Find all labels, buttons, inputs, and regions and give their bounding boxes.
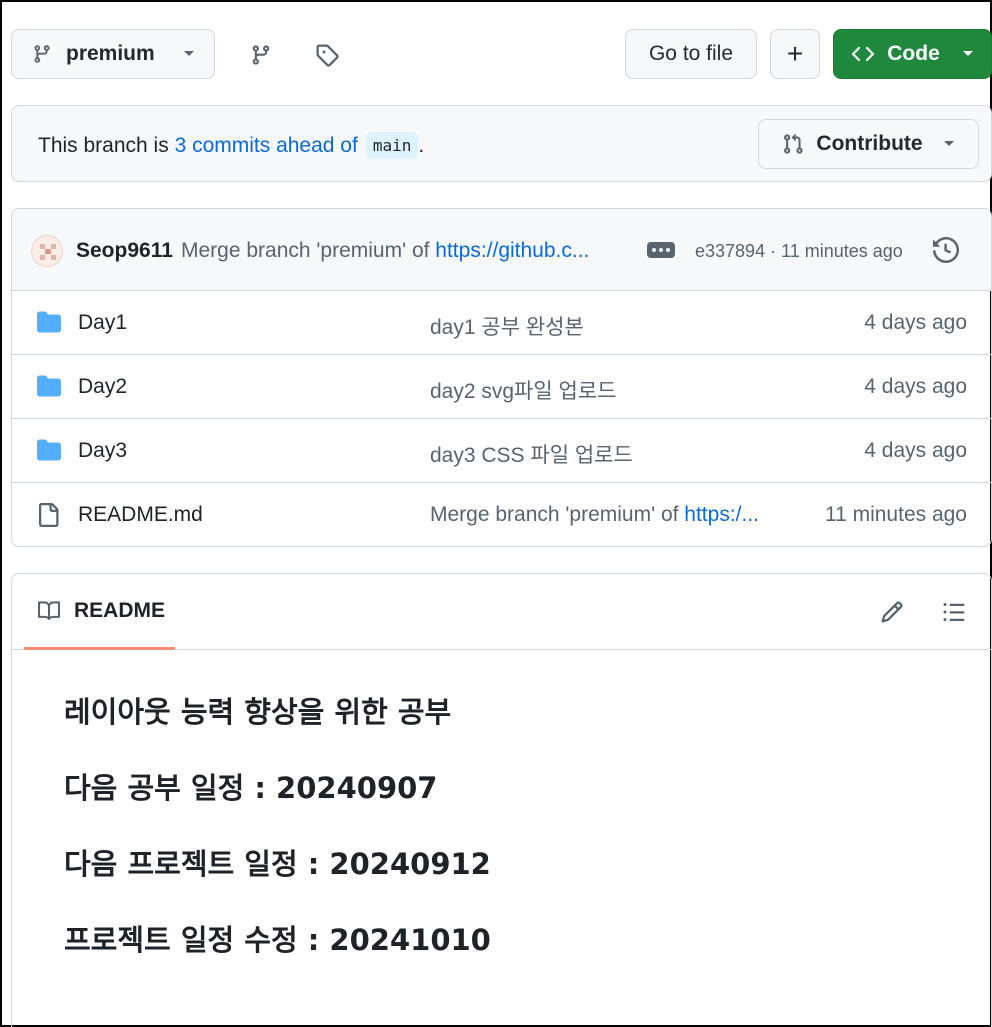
- avatar-image: [40, 244, 56, 260]
- go-to-file-button[interactable]: Go to file: [625, 29, 757, 79]
- git-branch-icon: [34, 45, 50, 63]
- caret-down-icon: [943, 141, 954, 146]
- commit-meta[interactable]: e337894 · 11 minutes ago: [695, 241, 903, 262]
- list-unordered-icon[interactable]: [941, 600, 967, 624]
- contribute-button[interactable]: Contribute: [758, 119, 979, 169]
- file-commit-message[interactable]: Merge branch 'premium' of https:/...: [430, 503, 782, 527]
- branch-status-prefix: This branch is: [38, 133, 169, 157]
- add-file-button[interactable]: +: [770, 29, 820, 79]
- file-commit-message-text: day2 svg파일 업로드: [430, 380, 617, 403]
- commit-message-text: Merge branch 'premium' of: [181, 239, 430, 262]
- readme-content: 레이아웃 능력 향상을 위한 공부 다음 공부 일정 : 20240907 다음…: [64, 694, 491, 958]
- file-row[interactable]: README.md Merge branch 'premium' of http…: [12, 483, 991, 546]
- readme-heading: 다음 공부 일정 : 20240907: [64, 771, 438, 805]
- file-commit-message[interactable]: day2 svg파일 업로드: [430, 375, 782, 405]
- file-icon: [39, 503, 59, 527]
- readme-header: README: [12, 574, 991, 650]
- base-branch-chip: main: [365, 132, 419, 159]
- file-row[interactable]: Day3 day3 CSS 파일 업로드 4 days ago: [12, 419, 991, 483]
- commit-author[interactable]: Seop9611: [76, 239, 173, 263]
- book-icon: [38, 600, 61, 620]
- avatar[interactable]: [31, 235, 63, 267]
- folder-icon: [37, 439, 61, 461]
- pull-request-icon: [784, 133, 804, 154]
- file-commit-time: 11 minutes ago: [824, 503, 967, 526]
- file-commit-message[interactable]: day1 공부 완성본: [430, 311, 782, 341]
- file-commit-time: 4 days ago: [864, 375, 967, 398]
- pencil-icon[interactable]: [880, 600, 904, 624]
- commits-ahead-link[interactable]: 3 commits ahead of: [175, 134, 358, 158]
- branches-link[interactable]: [246, 40, 276, 70]
- history-icon[interactable]: [933, 237, 959, 263]
- branch-status-banner: This branch is 3 commits ahead of main .…: [11, 105, 992, 182]
- file-row[interactable]: Day1 day1 공부 완성본 4 days ago: [12, 291, 991, 355]
- file-name[interactable]: Day2: [78, 375, 127, 399]
- file-commit-time: 4 days ago: [864, 439, 967, 462]
- folder-icon: [37, 311, 61, 333]
- commit-message[interactable]: Merge branch 'premium' of https://github…: [181, 239, 621, 263]
- expand-commit-button[interactable]: [647, 242, 675, 258]
- file-commit-message-link[interactable]: https:/...: [684, 503, 759, 526]
- file-commit-message-text: day1 공부 완성본: [430, 316, 584, 339]
- readme-heading: 다음 프로젝트 일정 : 20240912: [64, 847, 491, 881]
- file-commit-message-text: Merge branch 'premium' of: [430, 503, 685, 526]
- branch-status-text: This branch is 3 commits ahead of main .: [38, 132, 424, 159]
- readme-heading: 레이아웃 능력 향상을 위한 공부: [64, 695, 452, 729]
- caret-down-icon: [183, 51, 194, 56]
- code-button[interactable]: Code: [833, 29, 992, 79]
- file-commit-message[interactable]: day3 CSS 파일 업로드: [430, 439, 782, 469]
- tags-link[interactable]: [312, 40, 342, 70]
- code-label: Code: [887, 42, 940, 65]
- commit-message-link[interactable]: https://github.c...: [435, 239, 589, 262]
- readme-heading: 프로젝트 일정 수정 : 20241010: [64, 923, 491, 957]
- folder-icon: [37, 375, 61, 397]
- contribute-label: Contribute: [816, 132, 923, 155]
- file-commit-time: 4 days ago: [864, 311, 967, 334]
- file-name[interactable]: README.md: [78, 503, 203, 527]
- branch-name: premium: [66, 42, 155, 65]
- file-name[interactable]: Day1: [78, 311, 127, 335]
- file-row[interactable]: Day2 day2 svg파일 업로드 4 days ago: [12, 355, 991, 419]
- latest-commit-row: Seop9611 Merge branch 'premium' of https…: [12, 209, 991, 291]
- tab-readme[interactable]: README: [24, 574, 175, 650]
- readme-tab-label: README: [74, 598, 166, 622]
- file-browser: Seop9611 Merge branch 'premium' of https…: [11, 208, 992, 547]
- tag-icon: [316, 44, 339, 67]
- file-commit-message-text: day3 CSS 파일 업로드: [430, 444, 633, 467]
- git-branch-icon: [252, 45, 270, 65]
- branch-status-suffix: .: [418, 133, 425, 157]
- code-icon: [852, 46, 875, 62]
- readme-panel: README 레이아웃 능력 향상을 위한 공부 다음 공부 일정 : 2024…: [11, 573, 992, 1027]
- file-name[interactable]: Day3: [78, 439, 127, 463]
- branch-select-button[interactable]: premium: [11, 29, 215, 79]
- caret-down-icon: [962, 51, 973, 56]
